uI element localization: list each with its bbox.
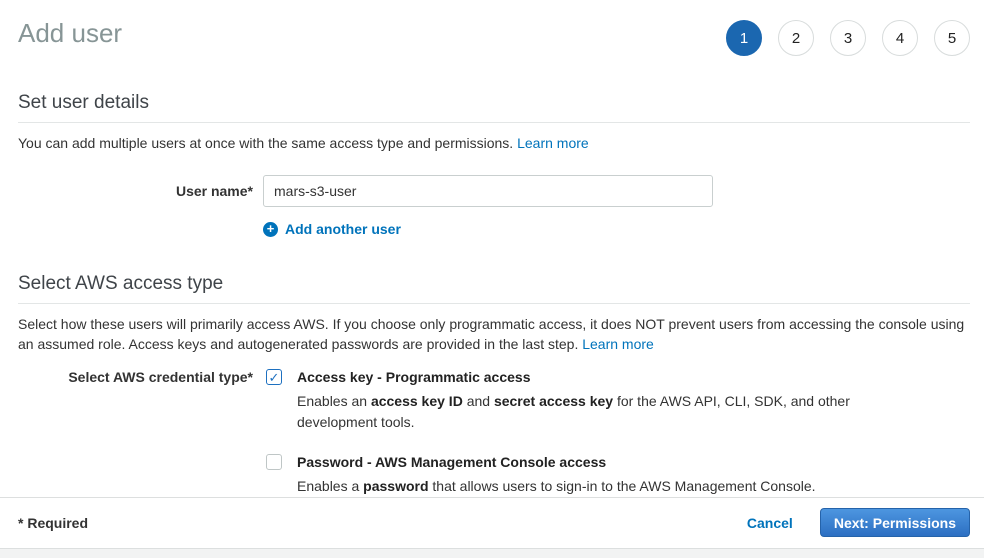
step-2-indicator: 2: [778, 20, 814, 56]
access-key-option-desc: Enables an access key ID and secret acce…: [297, 391, 855, 433]
plus-circle-icon: +: [263, 222, 278, 237]
wizard-header: Add user 1 2 3 4 5: [0, 0, 984, 56]
access-type-learn-more-link[interactable]: Learn more: [582, 336, 654, 352]
user-details-heading: Set user details: [18, 92, 966, 114]
access-type-intro: Select how these users will primarily ac…: [18, 314, 966, 354]
password-checkbox[interactable]: [266, 454, 282, 470]
step-5-indicator: 5: [934, 20, 970, 56]
username-label: User name*: [18, 183, 253, 199]
wizard-step-indicator: 1 2 3 4 5: [726, 20, 970, 56]
add-another-user-label: Add another user: [285, 221, 401, 237]
password-option-row: Password - AWS Management Console access…: [266, 453, 984, 497]
password-option-desc: Enables a password that allows users to …: [297, 476, 816, 497]
step-1-indicator: 1: [726, 20, 762, 56]
footer-actions: Cancel Next: Permissions: [747, 508, 970, 537]
password-option: Password - AWS Management Console access…: [297, 453, 816, 497]
username-input[interactable]: [263, 175, 713, 207]
divider: [18, 303, 970, 304]
password-option-title: Password - AWS Management Console access: [297, 453, 816, 472]
access-key-option-title: Access key - Programmatic access: [297, 368, 855, 387]
credential-type-label: Select AWS credential type*: [18, 368, 253, 385]
bottom-strip: [0, 548, 984, 558]
user-details-intro: You can add multiple users at once with …: [18, 133, 966, 153]
required-note: * Required: [18, 515, 88, 531]
divider: [18, 122, 970, 123]
user-details-intro-text: You can add multiple users at once with …: [18, 135, 513, 151]
credential-type-row: Select AWS credential type* ✓ Access key…: [0, 368, 984, 433]
user-details-learn-more-link[interactable]: Learn more: [517, 135, 589, 151]
page-title: Add user: [18, 16, 122, 50]
username-row: User name*: [0, 175, 984, 207]
step-3-indicator: 3: [830, 20, 866, 56]
access-type-heading: Select AWS access type: [18, 273, 966, 295]
next-permissions-button[interactable]: Next: Permissions: [820, 508, 970, 537]
access-key-checkbox[interactable]: ✓: [266, 369, 282, 385]
add-another-user-button[interactable]: + Add another user: [263, 221, 984, 237]
cancel-button[interactable]: Cancel: [747, 515, 793, 531]
step-4-indicator: 4: [882, 20, 918, 56]
checkmark-icon: ✓: [269, 371, 280, 384]
access-key-option: Access key - Programmatic access Enables…: [297, 368, 855, 433]
access-type-intro-text: Select how these users will primarily ac…: [18, 316, 964, 352]
wizard-footer: * Required Cancel Next: Permissions: [0, 497, 984, 548]
